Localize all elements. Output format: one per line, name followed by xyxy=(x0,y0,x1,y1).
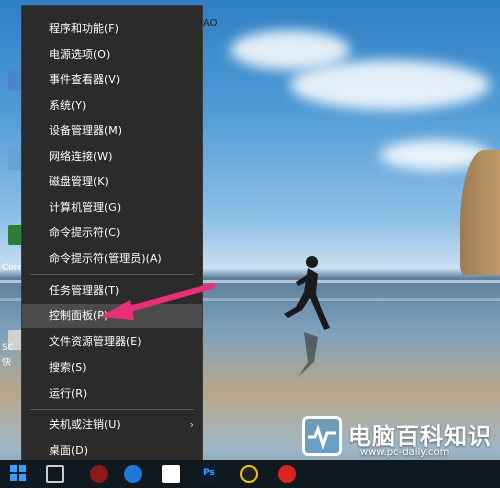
menu-item-label: 关机或注销(U) xyxy=(49,418,121,431)
menu-item-label: 磁盘管理(K) xyxy=(49,175,109,188)
desktop-icon-label: AO xyxy=(203,18,218,29)
menu-item-label: 事件查看器(V) xyxy=(49,73,121,86)
watermark-title: 电脑百科知识 xyxy=(348,424,492,450)
menu-separator xyxy=(30,274,194,275)
edge-browser-icon[interactable] xyxy=(124,465,142,483)
desktop-icon[interactable] xyxy=(8,150,22,170)
menu-item-event-viewer[interactable]: 事件查看器(V) xyxy=(22,68,202,92)
cliff xyxy=(460,150,500,275)
photoshop-icon[interactable]: Ps xyxy=(202,463,216,483)
cloud xyxy=(290,60,490,110)
menu-item-search[interactable]: 搜索(S) xyxy=(22,356,202,380)
menu-item-label: 程序和功能(F) xyxy=(49,22,119,35)
task-view-icon[interactable] xyxy=(46,465,64,483)
menu-item-label: 设备管理器(M) xyxy=(49,124,123,137)
arrow-annotation-icon xyxy=(100,283,215,320)
windows-start-icon[interactable] xyxy=(10,465,26,481)
menu-item-label: 搜索(S) xyxy=(49,361,87,374)
menu-item-network-connections[interactable]: 网络连接(W) xyxy=(22,145,202,169)
app-icon[interactable] xyxy=(90,465,108,483)
desktop-icon-label: Core xyxy=(2,263,23,273)
menu-item-computer-management[interactable]: 计算机管理(G) xyxy=(22,196,202,220)
windows-store-icon[interactable] xyxy=(162,465,180,483)
chevron-right-icon: › xyxy=(189,418,194,431)
menu-item-system[interactable]: 系统(Y) xyxy=(22,94,202,118)
watermark-url: www.pc-daily.com xyxy=(360,447,450,458)
menu-item-power-options[interactable]: 电源选项(O) xyxy=(22,43,202,67)
menu-item-label: 电源选项(O) xyxy=(49,48,111,61)
app-icon[interactable] xyxy=(278,465,296,483)
menu-item-label: 文件资源管理器(E) xyxy=(49,335,142,348)
qq-icon[interactable] xyxy=(240,465,258,483)
menu-item-label: 网络连接(W) xyxy=(49,150,113,163)
menu-item-run[interactable]: 运行(R) xyxy=(22,382,202,406)
winx-context-menu: 程序和功能(F) 电源选项(O) 事件查看器(V) 系统(Y) 设备管理器(M)… xyxy=(21,5,203,472)
menu-item-label: 系统(Y) xyxy=(49,99,87,112)
menu-item-shutdown-signout[interactable]: 关机或注销(U) › xyxy=(22,413,202,437)
menu-item-label: 命令提示符(C) xyxy=(49,226,121,239)
menu-item-disk-management[interactable]: 磁盘管理(K) xyxy=(22,170,202,194)
menu-item-label: 计算机管理(G) xyxy=(49,201,122,214)
desktop-icon-label: 快 xyxy=(2,358,12,368)
desktop-icon[interactable] xyxy=(8,70,22,90)
desktop-icon-label: SC xyxy=(2,343,14,353)
runner-silhouette xyxy=(284,256,330,377)
menu-separator xyxy=(30,409,194,410)
menu-item-device-manager[interactable]: 设备管理器(M) xyxy=(22,119,202,143)
watermark-logo xyxy=(302,416,342,456)
menu-item-programs-features[interactable]: 程序和功能(F) xyxy=(22,17,202,41)
menu-item-label: 命令提示符(管理员)(A) xyxy=(49,252,162,265)
menu-item-command-prompt-admin[interactable]: 命令提示符(管理员)(A) xyxy=(22,247,202,271)
menu-item-label: 运行(R) xyxy=(49,387,88,400)
menu-item-file-explorer[interactable]: 文件资源管理器(E) xyxy=(22,330,202,354)
menu-item-label: 桌面(D) xyxy=(49,444,89,457)
desktop-icon[interactable] xyxy=(8,225,22,245)
menu-item-command-prompt[interactable]: 命令提示符(C) xyxy=(22,221,202,245)
